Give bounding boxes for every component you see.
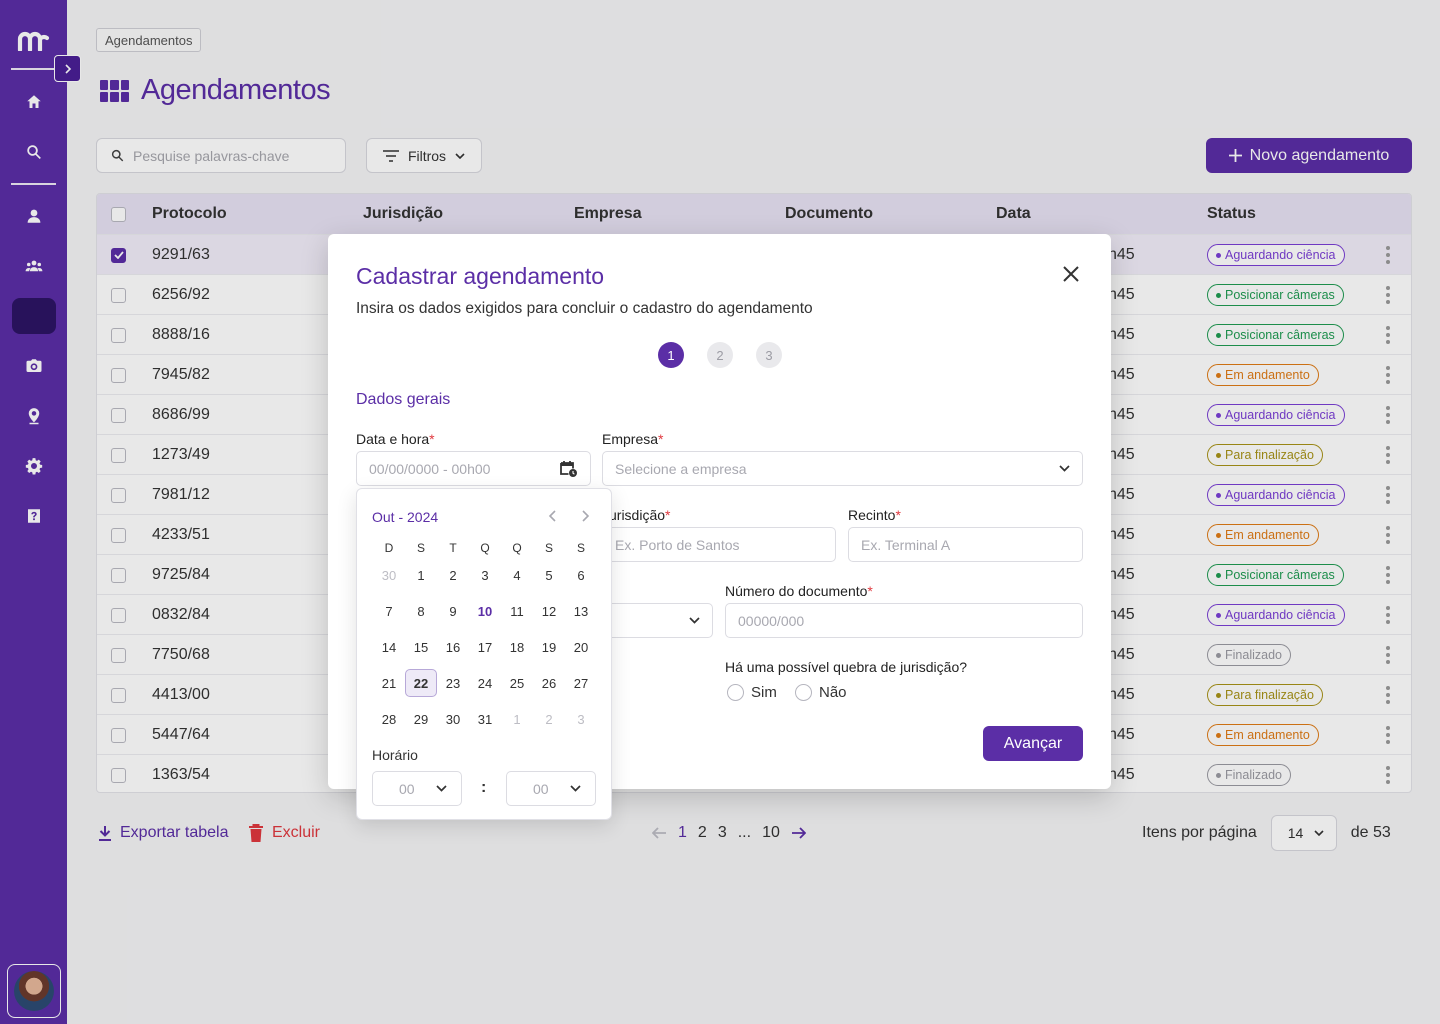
calendar-day[interactable]: 13 <box>565 593 597 629</box>
calendar-day[interactable]: 30 <box>373 557 405 593</box>
calendar-day[interactable]: 3 <box>469 557 501 593</box>
minute-value: 00 <box>533 780 549 797</box>
calendar-day[interactable]: 9 <box>437 593 469 629</box>
calendar-day[interactable]: 31 <box>469 701 501 737</box>
calendar-day[interactable]: 10 <box>469 593 501 629</box>
minute-select[interactable]: 00 <box>506 771 596 806</box>
calendar-day[interactable]: 2 <box>437 557 469 593</box>
advance-button[interactable]: Avançar <box>983 726 1083 761</box>
calendar-day[interactable]: 2 <box>533 701 565 737</box>
calendar-day[interactable]: 1 <box>501 701 533 737</box>
chevron-down-icon <box>1059 465 1070 472</box>
date-picker-popover: Out - 2024 D S T Q Q S S 30 1 2 3 4 5 6 7 8 9 10 11 12 13 14 1… <box>356 488 612 820</box>
calendar-day[interactable]: 5 <box>533 557 565 593</box>
calendar-day[interactable]: 11 <box>501 593 533 629</box>
chevron-left-icon[interactable] <box>546 509 560 523</box>
weekday-label: S <box>416 541 425 555</box>
calendar-day[interactable]: 4 <box>501 557 533 593</box>
weekday-label: Q <box>480 541 490 555</box>
calendar-day[interactable]: 23 <box>437 665 469 701</box>
calendar-day[interactable]: 26 <box>533 665 565 701</box>
hour-select[interactable]: 00 <box>372 771 462 806</box>
calendar-day[interactable]: 3 <box>565 701 597 737</box>
radio-nao[interactable]: Não <box>795 684 847 701</box>
jurisdicao-placeholder: Ex. Porto de Santos <box>615 536 740 553</box>
weekday-label: S <box>576 541 585 555</box>
calendar-day[interactable]: 16 <box>437 629 469 665</box>
recinto-placeholder: Ex. Terminal A <box>861 536 951 553</box>
empresa-select[interactable]: Selecione a empresa <box>602 451 1083 486</box>
calendar-day[interactable]: 17 <box>469 629 501 665</box>
calendar-day[interactable]: 29 <box>405 701 437 737</box>
time-label: Horário <box>372 747 418 763</box>
radio-circle <box>795 684 812 701</box>
step-indicator: 2 <box>707 342 733 368</box>
document-type-select[interactable] <box>602 603 713 638</box>
calendar-day[interactable]: 7 <box>373 593 405 629</box>
document-number-label: Número do documento* <box>725 583 873 599</box>
calendar-day[interactable]: 19 <box>533 629 565 665</box>
calendar-day[interactable]: 12 <box>533 593 565 629</box>
calendar-day[interactable]: 6 <box>565 557 597 593</box>
calendar-day[interactable]: 15 <box>405 629 437 665</box>
time-separator: : <box>481 779 487 796</box>
calendar-grid: D S T Q Q S S 30 1 2 3 4 5 6 7 8 9 10 11 12 13 14 15 16 17 18 19 20… <box>373 539 597 737</box>
calendar-day[interactable]: 14 <box>373 629 405 665</box>
document-number-placeholder: 00000/000 <box>738 612 805 629</box>
chevron-down-icon <box>570 785 581 792</box>
weekday-label: Q <box>512 541 522 555</box>
chevron-down-icon <box>436 785 447 792</box>
modal-subtitle: Insira os dados exigidos para concluir o… <box>356 300 813 317</box>
weekday-label: D <box>384 541 394 555</box>
weekday-label: S <box>544 541 553 555</box>
section-title: Dados gerais <box>356 391 451 408</box>
calendar-clock-icon[interactable] <box>559 459 578 478</box>
calendar-day[interactable]: 21 <box>373 665 405 701</box>
hour-value: 00 <box>399 780 415 797</box>
recinto-input[interactable]: Ex. Terminal A <box>848 527 1083 562</box>
radio-circle <box>727 684 744 701</box>
calendar-day[interactable]: 8 <box>405 593 437 629</box>
radio-sim[interactable]: Sim <box>727 684 777 701</box>
jurisdicao-input[interactable]: Ex. Porto de Santos <box>602 527 836 562</box>
radio-label: Não <box>819 684 847 701</box>
stepper: 1 2 3 <box>658 342 782 368</box>
calendar-day[interactable]: 22 <box>405 665 437 701</box>
chevron-down-icon <box>689 617 700 624</box>
datetime-input[interactable]: 00/00/0000 - 00h00 <box>356 451 591 486</box>
calendar-month-label: Out - 2024 <box>372 509 439 525</box>
empresa-placeholder: Selecione a empresa <box>615 460 747 477</box>
calendar-day[interactable]: 25 <box>501 665 533 701</box>
calendar-day[interactable]: 18 <box>501 629 533 665</box>
empresa-label: Empresa* <box>602 431 664 447</box>
jurisdicao-label: Jurisdição* <box>602 507 671 523</box>
radio-label: Sim <box>751 684 777 701</box>
datetime-placeholder: 00/00/0000 - 00h00 <box>369 460 491 477</box>
calendar-day[interactable]: 28 <box>373 701 405 737</box>
weekday-label: T <box>449 541 457 555</box>
document-number-input[interactable]: 00000/000 <box>725 603 1083 638</box>
close-icon[interactable] <box>1061 264 1081 284</box>
step-indicator: 3 <box>756 342 782 368</box>
jurisdiction-break-label: Há uma possível quebra de jurisdição? <box>725 659 968 675</box>
chevron-right-icon[interactable] <box>578 509 592 523</box>
modal-title: Cadastrar agendamento <box>356 263 605 289</box>
calendar-day[interactable]: 20 <box>565 629 597 665</box>
step-indicator: 1 <box>658 342 684 368</box>
datetime-label: Data e hora* <box>356 431 435 447</box>
calendar-day[interactable]: 30 <box>437 701 469 737</box>
calendar-day[interactable]: 24 <box>469 665 501 701</box>
calendar-day[interactable]: 27 <box>565 665 597 701</box>
calendar-day[interactable]: 1 <box>405 557 437 593</box>
recinto-label: Recinto* <box>848 507 901 523</box>
